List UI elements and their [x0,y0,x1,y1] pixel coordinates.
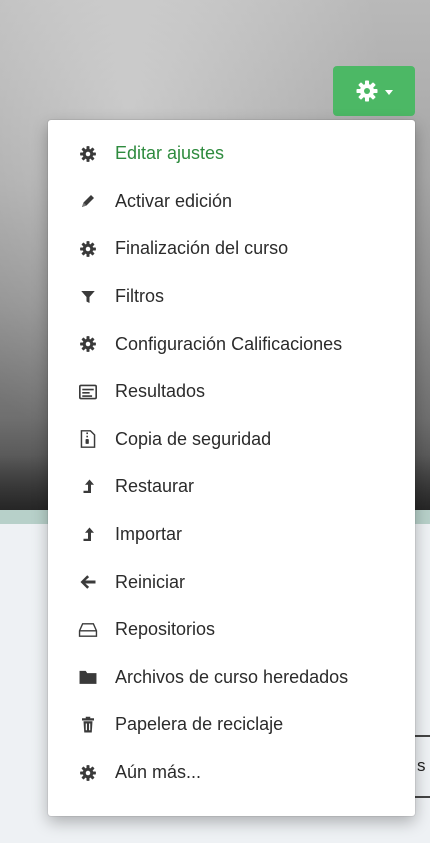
menu-item[interactable]: Restaurar [48,463,415,511]
hard-drive-icon [78,620,98,640]
menu-item[interactable]: Reiniciar [48,558,415,606]
menu-item[interactable]: Copia de seguridad [48,416,415,464]
menu-item-label: Editar ajustes [115,143,225,164]
menu-item[interactable]: Filtros [48,273,415,321]
tab-border [415,796,430,798]
menu-item-label: Papelera de reciclaje [115,714,284,735]
menu-item[interactable]: Resultados [48,368,415,416]
level-up-icon [78,525,98,545]
menu-item[interactable]: Importar [48,511,415,559]
menu-item-label: Configuración Calificaciones [115,333,343,354]
menu-item-label: Resultados [115,381,206,402]
menu-item[interactable]: Editar ajustes [48,130,415,178]
gear-icon [78,239,98,259]
menu-item-label: Reiniciar [115,571,186,592]
actions-dropdown-menu: Editar ajustes Activar edición Finalizació… [48,120,415,816]
menu-item-label: Filtros [115,286,164,307]
pencil-icon [78,191,98,211]
menu-item[interactable]: Finalización del curso [48,225,415,273]
menu-item-label: Aún más... [115,762,202,783]
arrow-left-icon [78,572,98,592]
filter-icon [78,287,98,307]
menu-item-label: Archivos de curso heredados [115,666,349,687]
gear-icon [78,763,98,783]
menu-item-label: Activar edición [115,190,233,211]
actions-menu-button[interactable] [333,66,415,116]
menu-item[interactable]: Repositorios [48,606,415,654]
level-up-icon [78,477,98,497]
menu-item-label: Restaurar [115,476,195,497]
menu-item[interactable]: Activar edición [48,178,415,226]
trash-icon [78,715,98,735]
gear-icon [78,144,98,164]
menu-item-label: Finalización del curso [115,238,289,259]
menu-item-label: Importar [115,524,183,545]
tab-border [415,735,430,737]
menu-item-label: Repositorios [115,619,216,640]
menu-item[interactable]: Aún más... [48,749,415,797]
file-archive-icon [78,429,98,449]
menu-item[interactable]: Archivos de curso heredados [48,654,415,702]
gear-icon [355,79,379,103]
list-card-icon [78,382,98,402]
gear-icon [78,334,98,354]
partial-text: s [417,756,426,775]
folder-icon [78,667,98,687]
menu-item[interactable]: Configuración Calificaciones [48,320,415,368]
menu-item[interactable]: Papelera de reciclaje [48,701,415,749]
menu-item-label: Copia de seguridad [115,428,272,449]
chevron-down-icon [385,89,393,95]
